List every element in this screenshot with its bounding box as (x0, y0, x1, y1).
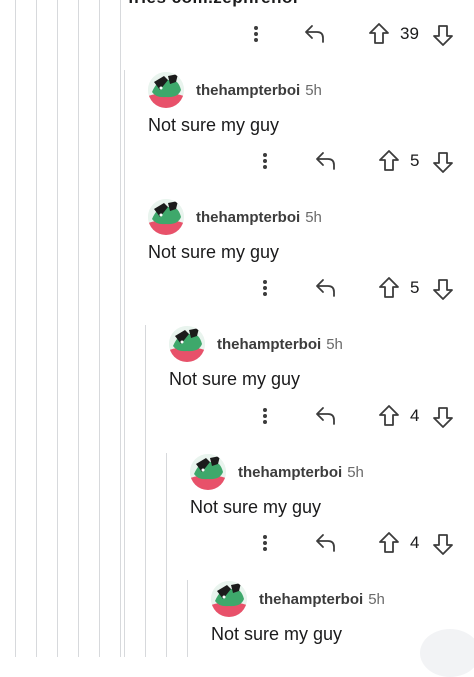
comment: thehampterboi 5h Not sure my guy (148, 197, 322, 263)
upvote-arrow-icon (379, 277, 399, 298)
vote-score: 39 (400, 24, 419, 43)
comment-age: 5h (347, 463, 364, 481)
upvote-arrow-icon (379, 532, 399, 553)
floating-action-bubble[interactable] (420, 629, 474, 677)
more-options-button[interactable] (259, 149, 271, 175)
comment-age: 5h (368, 590, 385, 608)
reply-arrow-icon (316, 279, 335, 297)
downvote-arrow-icon (433, 152, 453, 173)
more-vertical-icon (262, 406, 268, 428)
reply-arrow-icon (316, 152, 335, 170)
upvote-button[interactable] (378, 531, 400, 555)
vote-score: 4 (410, 533, 420, 552)
user-avatar[interactable] (169, 326, 205, 362)
downvote-button[interactable] (432, 23, 454, 47)
upvote-arrow-icon (369, 23, 389, 44)
thread-line (187, 580, 188, 657)
thread-line (15, 0, 16, 657)
vote-score: 5 (410, 278, 420, 297)
vote-score: 4 (410, 406, 420, 425)
user-avatar[interactable] (211, 581, 247, 617)
downvote-arrow-icon (433, 534, 453, 555)
comment-username[interactable]: thehampterboi (238, 464, 342, 481)
comment-age: 5h (305, 208, 322, 226)
downvote-button[interactable] (432, 277, 454, 301)
comment-action-bar: 4 (0, 531, 474, 557)
hamster-avatar-icon (148, 199, 184, 235)
reply-arrow-icon (316, 534, 335, 552)
thread-line (145, 325, 146, 657)
more-options-button[interactable] (259, 276, 271, 302)
more-vertical-icon (253, 24, 259, 46)
reply-button[interactable] (314, 277, 338, 299)
thread-line (78, 0, 79, 657)
more-vertical-icon (262, 533, 268, 555)
more-vertical-icon (262, 151, 268, 173)
comment-username[interactable]: thehampterboi (217, 336, 321, 353)
comment: thehampterboi 5h Not sure my guy (148, 70, 322, 136)
downvote-button[interactable] (432, 532, 454, 556)
more-options-button[interactable] (259, 531, 271, 557)
reply-arrow-icon (316, 407, 335, 425)
downvote-arrow-icon (433, 407, 453, 428)
hamster-avatar-icon (211, 581, 247, 617)
comment-body: Not sure my guy (190, 497, 322, 517)
thread-line (99, 0, 100, 657)
comment-body: Not sure my guy (211, 624, 343, 644)
comment: thehampterboi 5h Not sure my guy (211, 579, 385, 645)
user-avatar[interactable] (148, 72, 184, 108)
comment: thehampterboi 5h Not sure my guy (169, 324, 343, 390)
more-options-button[interactable] (250, 22, 262, 48)
comment-age: 5h (305, 81, 322, 99)
upvote-button[interactable] (378, 404, 400, 428)
more-options-button[interactable] (259, 404, 271, 430)
reply-button[interactable] (314, 405, 338, 427)
reply-button[interactable] (314, 150, 338, 172)
comment-username[interactable]: thehampterboi (259, 591, 363, 608)
thread-line (57, 0, 58, 657)
vote-score: 5 (410, 151, 420, 170)
comment-action-bar: 4 (0, 404, 474, 430)
comment-body: Not sure my guy (148, 115, 280, 135)
hamster-avatar-icon (169, 326, 205, 362)
comment: thehampterboi 5h Not sure my guy (190, 452, 364, 518)
reply-button[interactable] (303, 23, 327, 45)
thread-line (36, 0, 37, 657)
comment-age: 5h (326, 335, 343, 353)
upvote-arrow-icon (379, 405, 399, 426)
more-vertical-icon (262, 278, 268, 300)
truncated-comment-text: fries com.zephrenoi (128, 0, 298, 8)
upvote-button[interactable] (378, 149, 400, 173)
downvote-button[interactable] (432, 150, 454, 174)
reply-arrow-icon (305, 25, 324, 43)
upvote-button[interactable] (378, 276, 400, 300)
comment-body: Not sure my guy (148, 242, 280, 262)
user-avatar[interactable] (190, 454, 226, 490)
comment-action-bar: 5 (0, 276, 474, 302)
upvote-button[interactable] (368, 22, 390, 46)
comment-action-bar: 39 (0, 22, 474, 48)
comment-body: Not sure my guy (169, 369, 301, 389)
comment-action-bar: 5 (0, 149, 474, 175)
upvote-arrow-icon (379, 150, 399, 171)
user-avatar[interactable] (148, 199, 184, 235)
downvote-button[interactable] (432, 405, 454, 429)
reply-button[interactable] (314, 532, 338, 554)
downvote-arrow-icon (433, 279, 453, 300)
downvote-arrow-icon (433, 25, 453, 46)
comment-username[interactable]: thehampterboi (196, 209, 300, 226)
hamster-avatar-icon (148, 72, 184, 108)
hamster-avatar-icon (190, 454, 226, 490)
thread-line (120, 0, 121, 657)
comment-username[interactable]: thehampterboi (196, 82, 300, 99)
